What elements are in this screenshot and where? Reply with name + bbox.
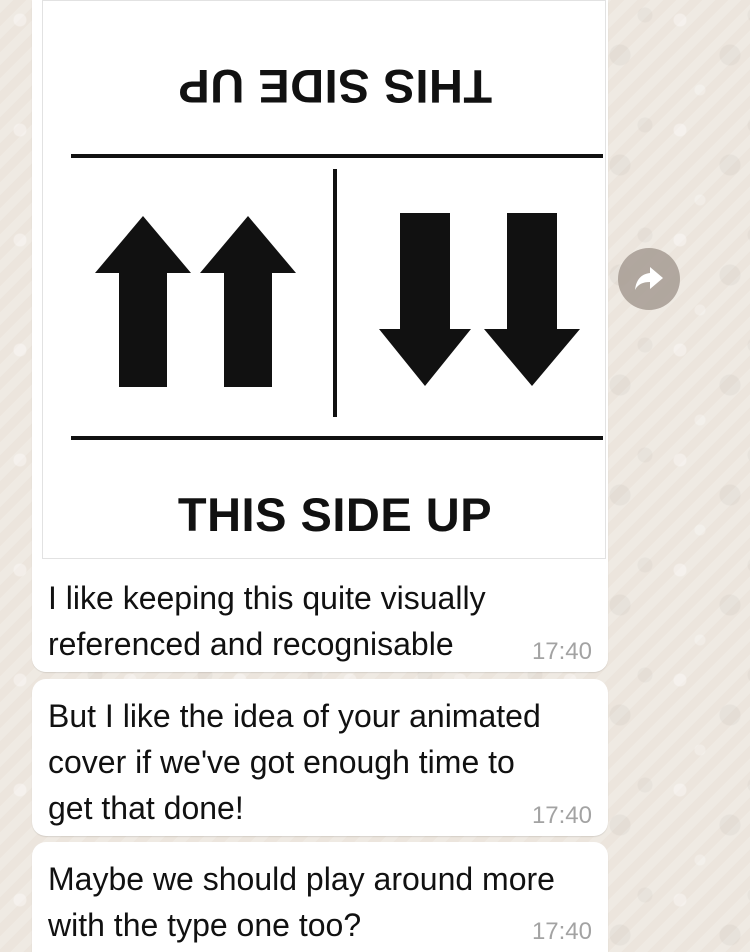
message-bubble-1[interactable]: I like keeping this quite visually refer… [32, 561, 608, 672]
second-up-arrow-icon [200, 216, 296, 387]
shipping-label-image[interactable]: THIS SIDE UP THIS SIDE UP [42, 0, 606, 559]
left-down-arrow-icon [379, 213, 471, 386]
left-up-arrow-icon [95, 216, 191, 387]
message-text-3: Maybe we should play around more with th… [48, 861, 555, 943]
right-down-arrow-icon [484, 213, 580, 386]
arrow-graphics [95, 213, 580, 387]
message-time-3: 17:40 [531, 918, 592, 945]
message-time-1: 17:40 [531, 638, 592, 665]
message-bubble-3[interactable]: Maybe we should play around more with th… [32, 842, 608, 952]
message-bubble-2[interactable]: But I like the idea of your animated cov… [32, 679, 608, 836]
forward-button[interactable] [618, 248, 680, 310]
bottom-this-side-up-label: THIS SIDE UP [177, 488, 493, 541]
message-text-1: I like keeping this quite visually refer… [48, 580, 486, 662]
message-text-2: But I like the idea of your animated cov… [48, 698, 541, 826]
message-time-2: 17:40 [531, 802, 592, 829]
forward-arrow-icon [635, 267, 663, 290]
